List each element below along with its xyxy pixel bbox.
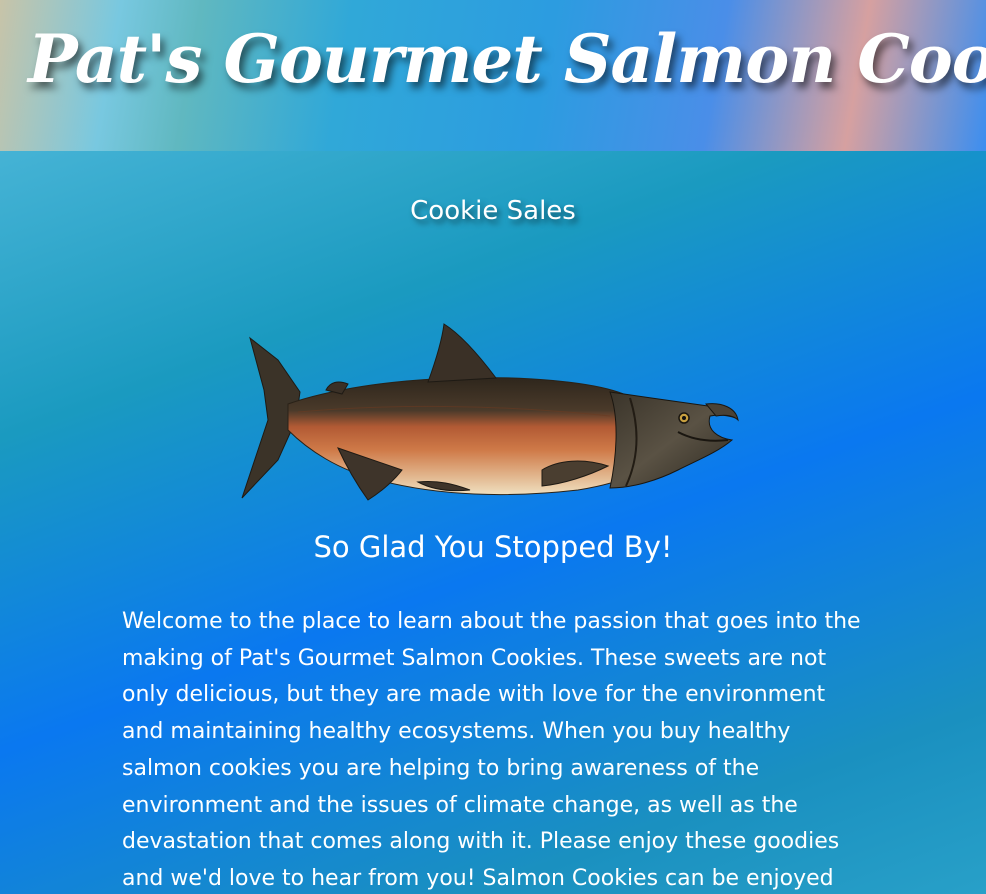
salmon-illustration xyxy=(241,323,739,501)
site-title: Pat's Gourmet Salmon Cookies xyxy=(28,20,986,98)
site-header: Pat's Gourmet Salmon Cookies xyxy=(0,0,986,151)
salmon-image xyxy=(238,320,742,505)
intro-paragraph: Welcome to the place to learn about the … xyxy=(122,609,861,891)
cookie-sales-link[interactable]: Cookie Sales xyxy=(0,196,986,226)
welcome-heading: So Glad You Stopped By! xyxy=(313,530,673,564)
